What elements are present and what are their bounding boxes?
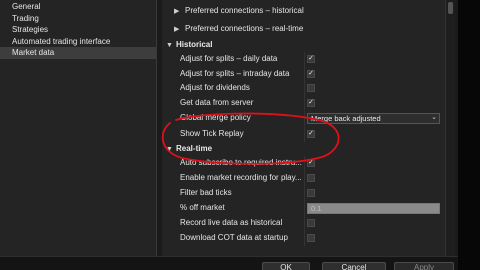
checkbox-record-live-data[interactable]: ✓: [307, 219, 315, 227]
column-divider: [304, 52, 305, 67]
section-realtime-header[interactable]: ▼ Real-time: [162, 142, 445, 157]
prop-row-adjust-splits-daily: Adjust for splits – daily data ✓: [162, 52, 445, 67]
checkbox-market-recording[interactable]: ✓: [307, 174, 315, 182]
prop-label: Show Tick Replay: [180, 129, 244, 138]
prop-row-global-merge-policy: Global merge policy Merge back adjusted …: [162, 111, 445, 126]
prop-row-off-market: % off market 0.1: [162, 201, 445, 216]
checkbox-adjust-dividends[interactable]: ✓: [307, 84, 315, 92]
prop-label: Filter bad ticks: [180, 188, 232, 197]
prop-row-get-data-from-server: Get data from server ✓: [162, 95, 445, 110]
section-historical-header[interactable]: ▼ Historical: [162, 38, 445, 53]
prop-label: Adjust for splits – daily data: [180, 54, 278, 63]
checkbox-filter-bad-ticks[interactable]: ✓: [307, 189, 315, 197]
prop-row-adjust-dividends: Adjust for dividends ✓: [162, 81, 445, 96]
off-market-input[interactable]: 0.1: [307, 203, 440, 214]
property-grid: ▶ Preferred connections – historical ▶ Pre…: [162, 0, 455, 256]
column-divider: [304, 66, 305, 81]
prop-label: Download COT data at startup: [180, 233, 288, 242]
column-divider: [304, 156, 305, 171]
column-divider: [304, 171, 305, 186]
prop-row-auto-subscribe: Auto subscribe to required instru... ✓: [162, 156, 445, 171]
chevron-right-icon[interactable]: ▶: [174, 5, 185, 20]
prop-row-adjust-splits-intraday: Adjust for splits – intraday data ✓: [162, 66, 445, 81]
nav-item-trading[interactable]: Trading: [0, 13, 156, 25]
prop-label: Adjust for splits – intraday data: [180, 68, 290, 78]
merge-policy-select[interactable]: Merge back adjusted ⌄: [307, 113, 440, 124]
select-value: Merge back adjusted: [311, 114, 381, 123]
checkbox-get-data-from-server[interactable]: ✓: [307, 98, 315, 107]
chevron-right-icon[interactable]: ▶: [174, 23, 185, 38]
cancel-button[interactable]: Cancel: [322, 262, 386, 270]
checkbox-adjust-splits-daily[interactable]: ✓: [307, 55, 315, 63]
vertical-scrollbar[interactable]: [445, 0, 455, 256]
checkbox-show-tick-replay[interactable]: ✓: [307, 130, 315, 138]
section-title: Historical: [176, 40, 213, 49]
prop-label: Get data from server: [180, 97, 254, 107]
prop-row-filter-bad-ticks: Filter bad ticks ✓: [162, 186, 445, 201]
section-label: Preferred connections – historical: [185, 6, 304, 15]
checkbox-auto-subscribe[interactable]: ✓: [307, 159, 315, 167]
section-title: Real-time: [176, 144, 213, 153]
prop-label: Auto subscribe to required instru...: [180, 158, 302, 167]
chevron-down-icon[interactable]: ⌄: [431, 113, 437, 122]
prop-row-show-tick-replay: Show Tick Replay ✓: [162, 127, 445, 142]
prop-label: Global merge policy: [180, 113, 251, 122]
prop-row-market-recording: Enable market recording for play... ✓: [162, 171, 445, 186]
checkbox-download-cot-data[interactable]: ✓: [307, 234, 315, 242]
nav-item-market-data[interactable]: Market data: [0, 47, 156, 59]
window-edge: [458, 0, 480, 270]
column-divider: [304, 186, 305, 201]
section-label: Preferred connections – real-time: [185, 24, 304, 33]
column-divider: [304, 81, 305, 96]
column-divider: [304, 95, 305, 110]
prop-row-download-cot-data: Download COT data at startup ✓: [162, 231, 445, 246]
ok-button[interactable]: OK: [262, 262, 310, 270]
prop-label: Record live data as historical: [180, 218, 283, 227]
column-divider: [304, 201, 305, 216]
nav-item-automated-trading-interface[interactable]: Automated trading interface: [0, 36, 156, 48]
settings-category-list: General Trading Strategies Automated tra…: [0, 0, 157, 256]
prop-row-record-live-data: Record live data as historical ✓: [162, 216, 445, 231]
column-divider: [304, 216, 305, 231]
section-preferred-connections-historical[interactable]: ▶ Preferred connections – historical: [162, 4, 445, 19]
column-divider: [304, 127, 305, 142]
apply-button[interactable]: Apply: [394, 262, 454, 270]
prop-label: Enable market recording for play...: [180, 173, 302, 182]
checkbox-adjust-splits-intraday[interactable]: ✓: [307, 69, 315, 78]
nav-item-general[interactable]: General: [0, 1, 156, 13]
column-divider: [304, 111, 305, 126]
section-preferred-connections-realtime[interactable]: ▶ Preferred connections – real-time: [162, 22, 445, 37]
prop-label: % off market: [180, 203, 225, 212]
nav-item-strategies[interactable]: Strategies: [0, 24, 156, 36]
prop-label: Adjust for dividends: [180, 83, 250, 92]
scrollbar-thumb[interactable]: [448, 2, 453, 14]
column-divider: [304, 231, 305, 246]
dialog-button-bar: OK Cancel Apply: [0, 256, 458, 270]
